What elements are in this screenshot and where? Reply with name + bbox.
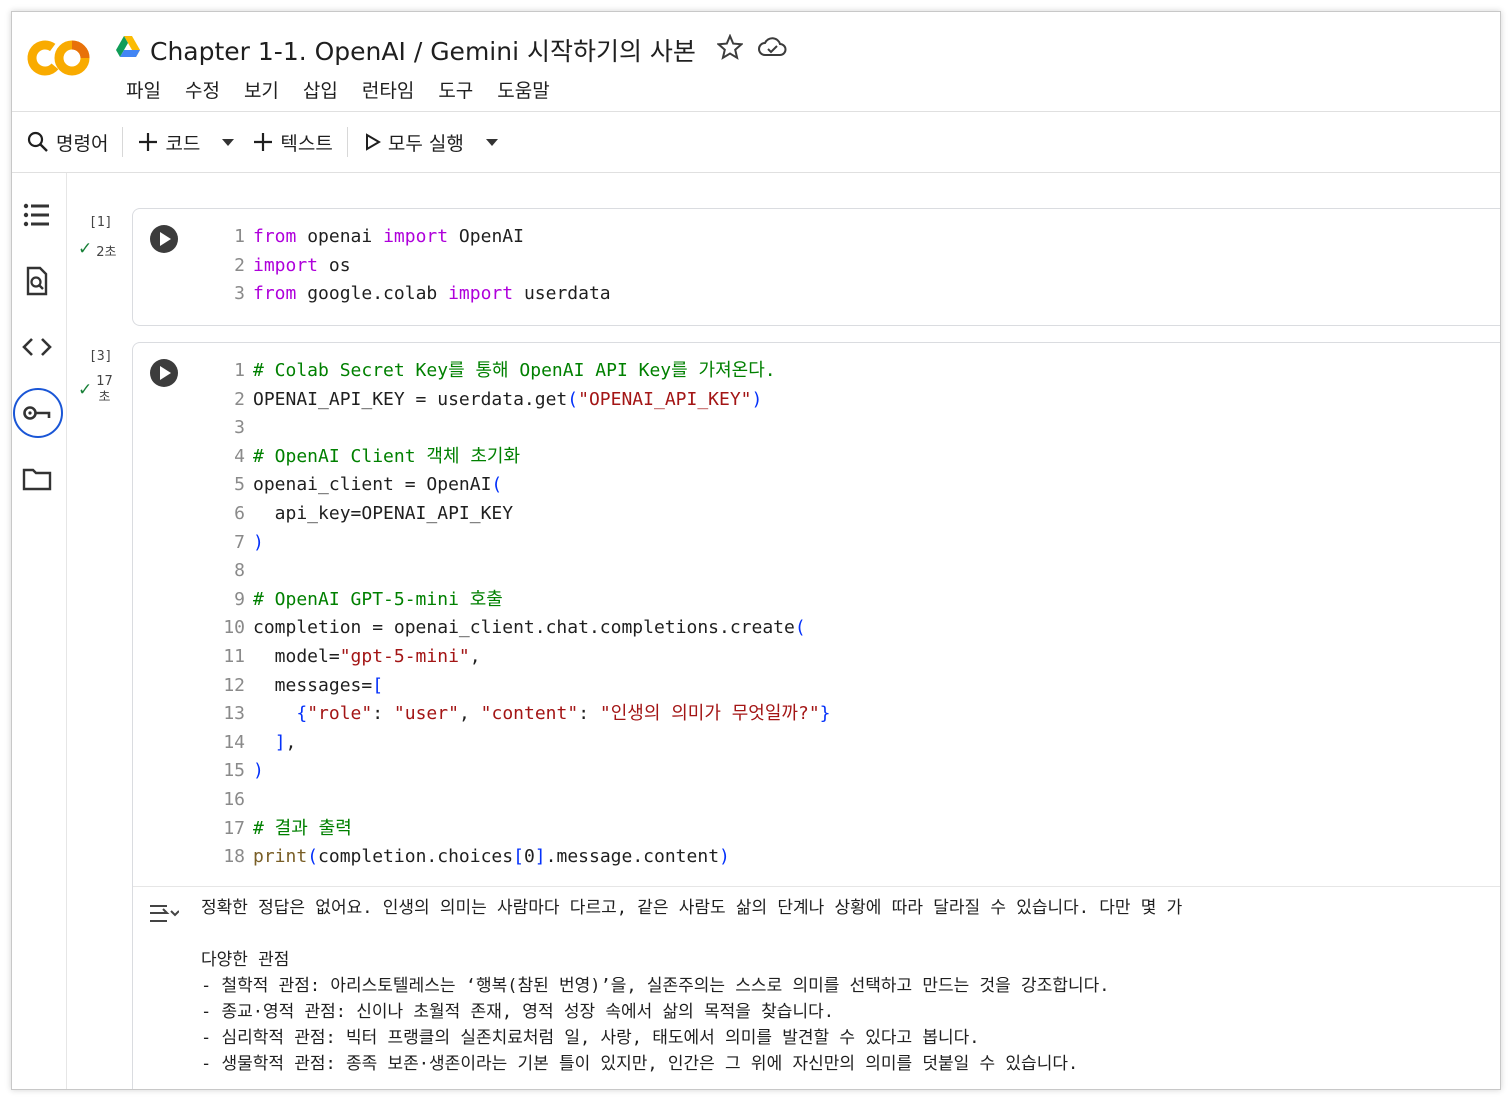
star-icon[interactable] — [717, 34, 743, 60]
header: Chapter 1-1. OpenAI / Gemini 시작하기의 사본 파일… — [12, 12, 1500, 112]
table-of-contents-icon[interactable] — [21, 199, 53, 231]
output-line: - 철학적 관점: 아리스토텔레스는 ‘행복(참된 번영)’을, 실존주의는 스… — [201, 976, 1110, 996]
output-line: 정확한 정답은 없어요. 인생의 의미는 사람마다 다르고, 같은 사람도 삶의… — [201, 898, 1183, 918]
menu-tools[interactable]: 도구 — [426, 76, 485, 103]
cell-output: 정확한 정답은 없어요. 인생의 의미는 사람마다 다르고, 같은 사람도 삶의… — [133, 886, 1500, 1089]
run-cell-icon[interactable] — [149, 358, 179, 388]
plus-icon — [139, 133, 158, 151]
execution-status: ✓ 2초 — [78, 239, 117, 261]
code-snippets-icon[interactable] — [21, 331, 53, 363]
execution-count: [3] — [89, 349, 113, 364]
output-line: - 생물학적 관점: 종족 보존·생존이라는 기본 틀이 있지만, 인간은 그 … — [201, 1054, 1079, 1074]
run-all-button[interactable]: 모두 실행 — [354, 122, 472, 162]
toolbar: 명령어 코드 텍스트 모두 실행 — [12, 112, 1500, 173]
add-code-label: 코드 — [165, 132, 201, 155]
output-line: - 종교·영적 관점: 신이나 초월적 존재, 영적 성장 속에서 삶의 목적을… — [201, 1002, 834, 1022]
check-icon: ✓ — [78, 380, 93, 400]
code-cell[interactable]: 1 # Colab Secret Key를 통해 OpenAI API Key를 … — [132, 342, 1500, 1089]
code-editor[interactable]: 1 # Colab Secret Key를 통해 OpenAI API Key를 … — [221, 357, 830, 872]
find-in-document-icon[interactable] — [21, 265, 53, 297]
folder-icon[interactable] — [21, 463, 53, 495]
google-drive-icon[interactable] — [116, 36, 140, 58]
commands-button[interactable]: 명령어 — [18, 122, 116, 162]
toolbar-divider — [346, 127, 348, 157]
output-line: 다양한 관점 — [201, 950, 290, 970]
colab-window: Chapter 1-1. OpenAI / Gemini 시작하기의 사본 파일… — [11, 11, 1501, 1090]
add-text-button[interactable]: 텍스트 — [244, 122, 340, 162]
menu-view[interactable]: 보기 — [232, 76, 291, 103]
menubar: 파일 수정 보기 삽입 런타임 도구 도움말 — [114, 76, 562, 103]
execution-duration: 17 초 — [96, 374, 113, 405]
key-icon[interactable] — [21, 397, 53, 429]
output-line: - 심리학적 관점: 빅터 프랭클의 실존치료처럼 일, 사랑, 태도에서 의미… — [201, 1028, 980, 1048]
menu-runtime[interactable]: 런타임 — [350, 76, 426, 103]
code-dropdown-chevron-icon[interactable] — [222, 138, 235, 146]
run-cell-icon[interactable] — [149, 224, 179, 254]
menu-edit[interactable]: 수정 — [173, 76, 232, 103]
execution-duration: 2초 — [96, 245, 117, 260]
commands-label: 명령어 — [56, 132, 109, 155]
colab-logo[interactable] — [26, 36, 92, 80]
play-icon — [365, 133, 381, 151]
plus-icon — [254, 133, 273, 151]
cloud-saved-icon[interactable] — [757, 34, 787, 60]
execution-count: [1] — [89, 215, 113, 230]
check-icon: ✓ — [78, 239, 93, 259]
left-sidebar — [12, 173, 67, 1089]
menu-insert[interactable]: 삽입 — [291, 76, 350, 103]
output-actions-icon[interactable] — [147, 901, 179, 927]
toolbar-divider — [122, 127, 124, 157]
search-icon — [27, 131, 48, 152]
add-text-label: 텍스트 — [280, 132, 333, 155]
code-cell[interactable]: 1 from openai import OpenAI 2 import os 3f… — [132, 208, 1500, 326]
output-text: 정확한 정답은 없어요. 인생의 의미는 사람마다 다르고, 같은 사람도 삶의… — [201, 895, 1182, 1077]
menu-help[interactable]: 도움말 — [485, 76, 561, 103]
execution-status: ✓ 17 초 — [78, 374, 113, 406]
run-all-label: 모두 실행 — [387, 132, 464, 155]
menu-file[interactable]: 파일 — [114, 76, 173, 103]
code-editor[interactable]: 1 from openai import OpenAI 2 import os 3f… — [221, 223, 611, 309]
add-code-button[interactable]: 코드 — [129, 122, 208, 162]
run-dropdown-chevron-icon[interactable] — [485, 138, 498, 146]
notebook-title[interactable]: Chapter 1-1. OpenAI / Gemini 시작하기의 사본 — [150, 32, 696, 68]
